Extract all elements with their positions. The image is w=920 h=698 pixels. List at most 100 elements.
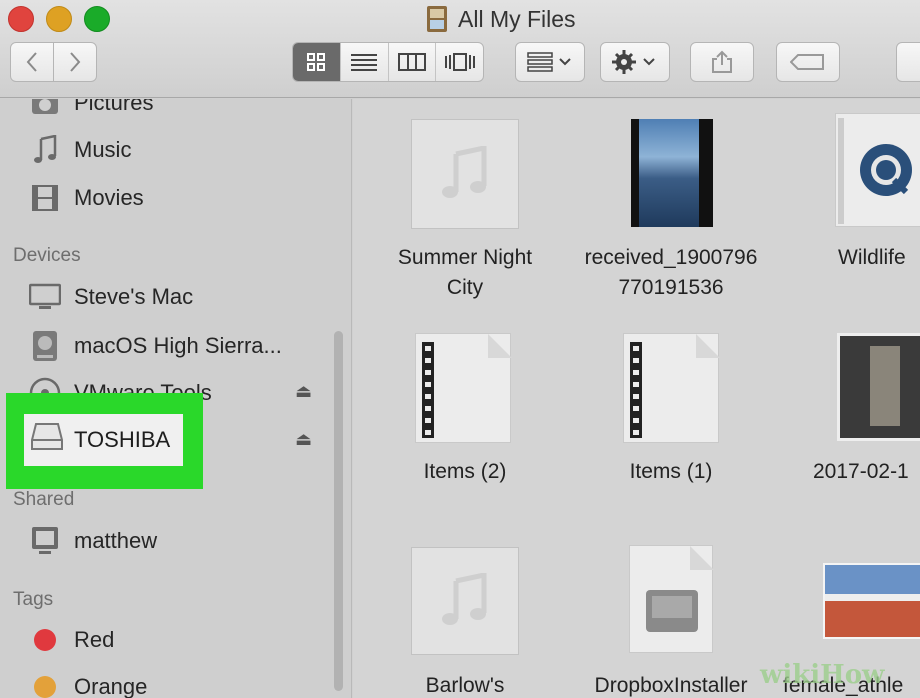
file-item[interactable]: 2017-02-1 bbox=[813, 457, 920, 487]
sidebar-item-pictures[interactable]: Pictures bbox=[28, 99, 153, 123]
column-view-button[interactable] bbox=[389, 43, 437, 81]
sidebar-item-tag-red[interactable]: Red bbox=[28, 620, 114, 660]
forward-button[interactable] bbox=[53, 42, 97, 82]
music-note-icon bbox=[442, 573, 487, 625]
devices-header: Devices bbox=[13, 245, 81, 266]
file-item[interactable]: Items (1) bbox=[571, 457, 771, 487]
columns-icon bbox=[397, 53, 426, 71]
video-thumbnail[interactable] bbox=[631, 119, 713, 227]
arrange-button[interactable] bbox=[515, 42, 585, 82]
sidebar-item-toshiba[interactable]: TOSHIBA bbox=[24, 414, 183, 466]
disk-image-thumbnail[interactable] bbox=[629, 545, 714, 653]
disk-image-icon bbox=[646, 546, 714, 632]
film-doc-thumbnail[interactable] bbox=[415, 333, 512, 443]
quicktime-file-thumbnail[interactable] bbox=[835, 113, 920, 227]
cover-flow-icon bbox=[444, 53, 475, 71]
file-item[interactable]: Summer Night City bbox=[365, 243, 565, 303]
action-menu-button[interactable] bbox=[600, 42, 670, 82]
file-item[interactable]: received_1900796 770191536 bbox=[571, 243, 771, 303]
file-name: Items (1) bbox=[629, 460, 713, 483]
list-icon bbox=[351, 54, 378, 71]
sidebar-item-music[interactable]: Music bbox=[28, 130, 131, 170]
chevron-right-icon bbox=[70, 52, 81, 72]
film-strip-icon bbox=[422, 334, 512, 438]
window-title-area: All My Files bbox=[424, 4, 576, 34]
window-title: All My Files bbox=[458, 5, 576, 32]
grid-icon bbox=[307, 53, 326, 71]
camera-icon bbox=[28, 99, 62, 120]
sidebar-item-label: Music bbox=[74, 137, 132, 162]
wikihow-watermark: wikiHow bbox=[760, 660, 885, 690]
all-my-files-icon bbox=[427, 6, 447, 32]
sidebar-item-movies[interactable]: Movies bbox=[28, 178, 144, 218]
sidebar-scrollbar[interactable] bbox=[334, 331, 343, 691]
tag-dot-icon bbox=[28, 623, 62, 657]
icon-view-button[interactable] bbox=[293, 43, 341, 81]
sidebar-item-label: matthew bbox=[74, 528, 158, 553]
file-name: DropboxInstaller bbox=[594, 674, 748, 697]
film-strip-icon bbox=[630, 334, 720, 438]
sidebar-item-label: Movies bbox=[74, 185, 144, 210]
tag-dot-icon bbox=[28, 670, 62, 698]
share-button[interactable] bbox=[690, 42, 754, 82]
sidebar-item-label: macOS High Sierra... bbox=[74, 333, 282, 358]
film-icon bbox=[28, 181, 62, 215]
file-item[interactable]: Items (2) bbox=[365, 457, 565, 487]
photo-thumbnail[interactable] bbox=[823, 563, 920, 639]
back-button[interactable] bbox=[10, 42, 54, 82]
file-grid: Summer Night City received_1900796 77019… bbox=[353, 99, 920, 698]
film-doc-thumbnail[interactable] bbox=[623, 333, 720, 443]
photo-thumbnail[interactable] bbox=[837, 333, 920, 441]
external-drive-icon bbox=[30, 422, 64, 458]
sidebar-item-label: Pictures bbox=[74, 99, 154, 115]
file-thumbnail-summer-night[interactable] bbox=[411, 119, 519, 229]
search-button[interactable] bbox=[896, 42, 920, 82]
zoom-window-button[interactable] bbox=[84, 6, 110, 32]
sidebar-item-macos-high-sierra[interactable]: macOS High Sierra... bbox=[28, 326, 282, 366]
display-icon bbox=[28, 524, 62, 558]
cover-flow-view-button[interactable] bbox=[436, 43, 483, 81]
file-name: Summer Night bbox=[397, 246, 533, 269]
file-name: 2017-02-1 bbox=[813, 460, 909, 483]
music-note-icon bbox=[442, 146, 487, 198]
sidebar-item-label: Steve's Mac bbox=[74, 284, 194, 309]
chevron-left-icon bbox=[26, 52, 37, 72]
sidebar-item-tag-orange[interactable]: Orange bbox=[28, 667, 147, 698]
eject-toshiba-icon[interactable]: ⏏ bbox=[295, 429, 312, 450]
sidebar-item-label: TOSHIBA bbox=[74, 427, 171, 452]
window-toolbar: All My Files bbox=[0, 0, 920, 98]
tags-header: Tags bbox=[13, 589, 54, 610]
tag-button[interactable] bbox=[776, 42, 840, 82]
view-mode-group bbox=[292, 42, 484, 82]
file-item[interactable]: DropboxInstaller bbox=[571, 671, 771, 698]
sidebar-item-matthew[interactable]: matthew bbox=[28, 521, 157, 561]
red-dot-icon bbox=[34, 629, 56, 651]
file-name: Wildlife bbox=[838, 246, 906, 269]
file-name-line2: 770191536 bbox=[618, 276, 724, 299]
share-icon bbox=[712, 50, 732, 73]
minimize-window-button[interactable] bbox=[46, 6, 72, 32]
file-thumbnail-barlows[interactable] bbox=[411, 547, 519, 655]
file-item[interactable]: Wildlife bbox=[793, 243, 920, 273]
music-note-icon bbox=[28, 133, 62, 167]
file-name: received_1900796 bbox=[584, 246, 758, 269]
sidebar-item-label: Orange bbox=[74, 674, 148, 698]
file-name: Items (2) bbox=[423, 460, 507, 483]
file-name-line2: City bbox=[446, 276, 484, 299]
orange-dot-icon bbox=[34, 676, 56, 698]
arrange-grid-icon bbox=[527, 52, 571, 72]
quicktime-icon bbox=[838, 118, 912, 224]
file-item[interactable]: Barlow's bbox=[365, 671, 565, 698]
sidebar: Pictures Music Movies Devices Steve's Ma… bbox=[0, 99, 352, 698]
file-name: Barlow's bbox=[425, 674, 505, 697]
gear-icon bbox=[612, 50, 655, 74]
close-window-button[interactable] bbox=[8, 6, 34, 32]
sidebar-item-label: Red bbox=[74, 627, 115, 652]
eject-vmware-icon[interactable]: ⏏ bbox=[295, 381, 312, 402]
sidebar-item-steves-mac[interactable]: Steve's Mac bbox=[28, 277, 193, 317]
tag-icon bbox=[790, 54, 824, 70]
hard-drive-icon bbox=[28, 329, 62, 363]
monitor-icon bbox=[28, 280, 62, 314]
list-view-button[interactable] bbox=[341, 43, 389, 81]
shared-header: Shared bbox=[13, 489, 75, 510]
